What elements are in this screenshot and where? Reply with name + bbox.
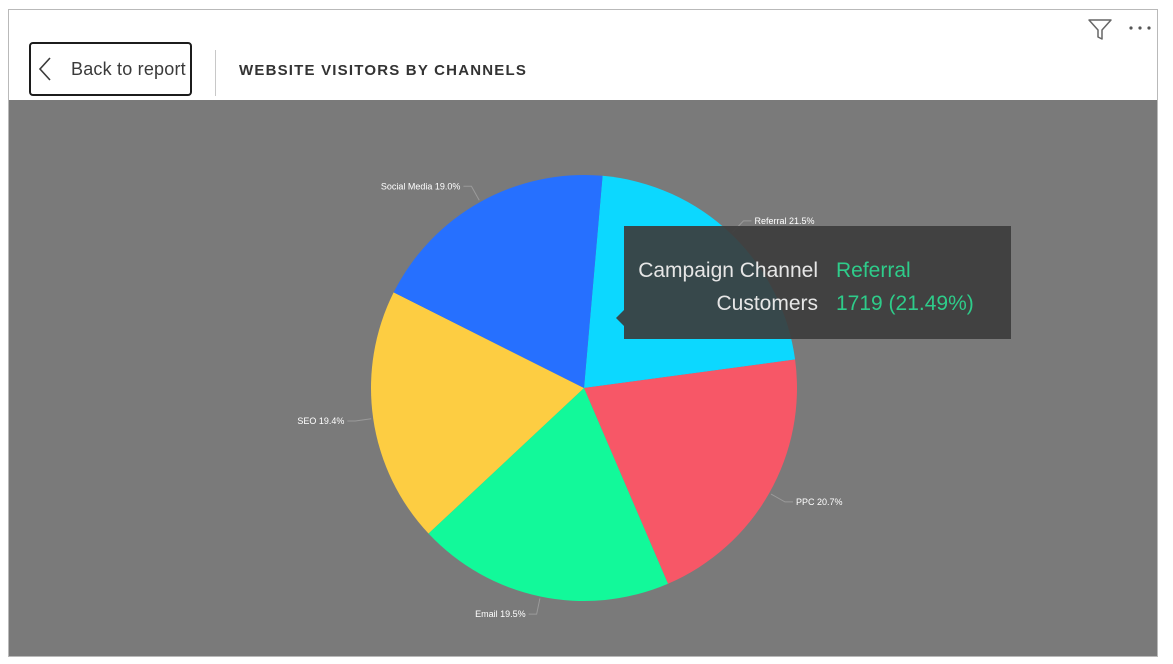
tooltip-value: Referral <box>836 258 911 282</box>
tooltip-pointer <box>616 310 624 326</box>
chart-canvas: Referral 21.5% PPC 20.7% Email 19.5% SEO 19… <box>9 100 1157 656</box>
data-label: SEO 19.4% <box>297 416 344 426</box>
back-to-report-label: Back to report <box>71 58 186 79</box>
tooltip-key: Campaign Channel <box>638 258 818 282</box>
back-to-report-button[interactable]: Back to report <box>29 42 192 96</box>
data-label: Social Media 19.0% <box>381 181 461 191</box>
focus-mode-header: Back to report WEBSITE VISITORS BY CHANN… <box>9 10 1157 100</box>
chevron-left-icon <box>38 57 51 81</box>
tooltip-row: Customers 1719 (21.49%) <box>624 287 1011 320</box>
visual-title: WEBSITE VISITORS BY CHANNELS <box>239 62 528 79</box>
leader-line <box>463 185 480 201</box>
more-options-icon[interactable] <box>1127 18 1153 38</box>
leader-line <box>770 493 793 503</box>
filter-icon[interactable] <box>1087 18 1113 42</box>
tooltip-row: Campaign Channel Referral <box>624 254 1011 287</box>
data-label: Email 19.5% <box>475 609 526 619</box>
pie-chart: Referral 21.5% PPC 20.7% Email 19.5% SEO 19… <box>297 174 843 619</box>
visual-frame: Back to report WEBSITE VISITORS BY CHANN… <box>8 9 1158 657</box>
data-label: PPC 20.7% <box>796 497 843 507</box>
chart-tooltip: Campaign Channel Referral Customers 1719… <box>616 226 1011 339</box>
data-label: Referral 21.5% <box>754 216 814 226</box>
header-divider <box>215 50 216 96</box>
leader-line <box>347 418 372 422</box>
tooltip-key: Customers <box>716 291 818 315</box>
tooltip-value: 1719 (21.49%) <box>836 291 974 315</box>
leader-line <box>528 598 541 615</box>
